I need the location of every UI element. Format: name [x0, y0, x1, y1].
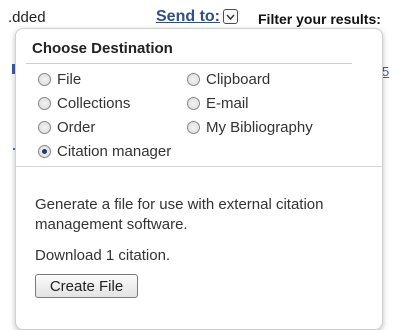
send-to-link[interactable]: Send to: [156, 8, 220, 26]
radio-button[interactable] [38, 73, 51, 86]
destination-option-citation-manager[interactable]: Citation manager [38, 143, 171, 160]
radio-button[interactable] [187, 121, 200, 134]
download-count-text: Download 1 citation. [35, 247, 171, 264]
destination-option-collections[interactable]: Collections [38, 95, 130, 112]
send-to-dropdown-button[interactable] [223, 9, 238, 24]
choose-destination-popup: Choose Destination File Clipboard Collec… [15, 28, 383, 330]
chevron-down-icon [226, 14, 235, 20]
title-divider [26, 63, 352, 64]
radio-button[interactable] [187, 97, 200, 110]
radio-button[interactable] [38, 97, 51, 110]
option-label: E-mail [206, 95, 249, 112]
option-label: Collections [57, 95, 131, 112]
radio-button[interactable] [38, 121, 51, 134]
results-toolbar: .dded Send to: Filter your results: [0, 0, 394, 30]
option-label: Clipboard [206, 71, 271, 88]
section-divider [16, 166, 382, 167]
citation-description: Generate a file for use with external ci… [35, 196, 324, 233]
option-label: File [57, 71, 82, 88]
create-file-button[interactable]: Create File [35, 274, 138, 298]
radio-button-selected[interactable] [38, 145, 51, 158]
toolbar-left-text: .dded [8, 9, 46, 26]
option-label: My Bibliography [206, 119, 313, 136]
destination-option-order[interactable]: Order [38, 119, 95, 136]
popup-title: Choose Destination [32, 40, 173, 57]
radio-button[interactable] [187, 73, 200, 86]
background-link-fragment[interactable]: 5 [382, 64, 389, 79]
filter-results-label: Filter your results: [258, 11, 381, 27]
destination-option-my-bibliography[interactable]: My Bibliography [187, 119, 313, 136]
option-label: Order [57, 119, 96, 136]
destination-option-email[interactable]: E-mail [187, 95, 249, 112]
destination-option-file[interactable]: File [38, 71, 81, 88]
option-label: Citation manager [57, 143, 172, 160]
destination-option-clipboard[interactable]: Clipboard [187, 71, 270, 88]
